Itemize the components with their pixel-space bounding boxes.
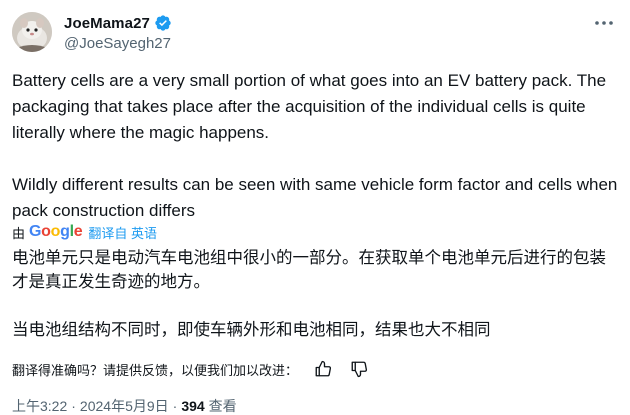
thumbs-down-icon[interactable] (348, 358, 370, 380)
verified-badge-icon (154, 14, 172, 32)
views-count: 394 (181, 398, 205, 414)
tweet-time[interactable]: 上午3:22 (12, 396, 67, 415)
tweet-text: Battery cells are a very small portion o… (12, 71, 618, 220)
more-options-icon[interactable] (590, 12, 618, 34)
google-logo: Google (29, 223, 83, 240)
translated-by-row: 由 Google 翻译自 英语 (12, 221, 157, 243)
user-handle[interactable]: @JoeSayegh27 (64, 35, 172, 52)
tweet-header: JoeMama27 @JoeSayegh27 (12, 12, 618, 60)
user-info: JoeMama27 @JoeSayegh27 (64, 12, 172, 53)
translated-from-link[interactable]: 翻译自 英语 (88, 223, 157, 242)
avatar[interactable] (12, 12, 52, 52)
display-name[interactable]: JoeMama27 (64, 15, 150, 32)
meta-separator: · (172, 398, 178, 414)
feedback-prompt: 翻译得准确吗？请提供反馈，以便我们加以改进： (12, 362, 299, 378)
tweet-date[interactable]: 2024年5月9日 (80, 396, 169, 415)
views-label: 查看 (208, 398, 237, 414)
meta-separator: · (71, 398, 76, 414)
thumbs-up-icon[interactable] (312, 358, 334, 380)
translated-text: 电池单元只是电动汽车电池组中很小的一部分。在获取单个电池单元后进行的包装才是真正… (12, 249, 606, 339)
translated-by-label: 由 (12, 225, 26, 241)
translation-feedback: 翻译得准确吗？请提供反馈，以便我们加以改进： (12, 356, 370, 382)
tweet-meta: 上午3:22 · 2024年5月9日 · 394 查看 (12, 396, 237, 415)
